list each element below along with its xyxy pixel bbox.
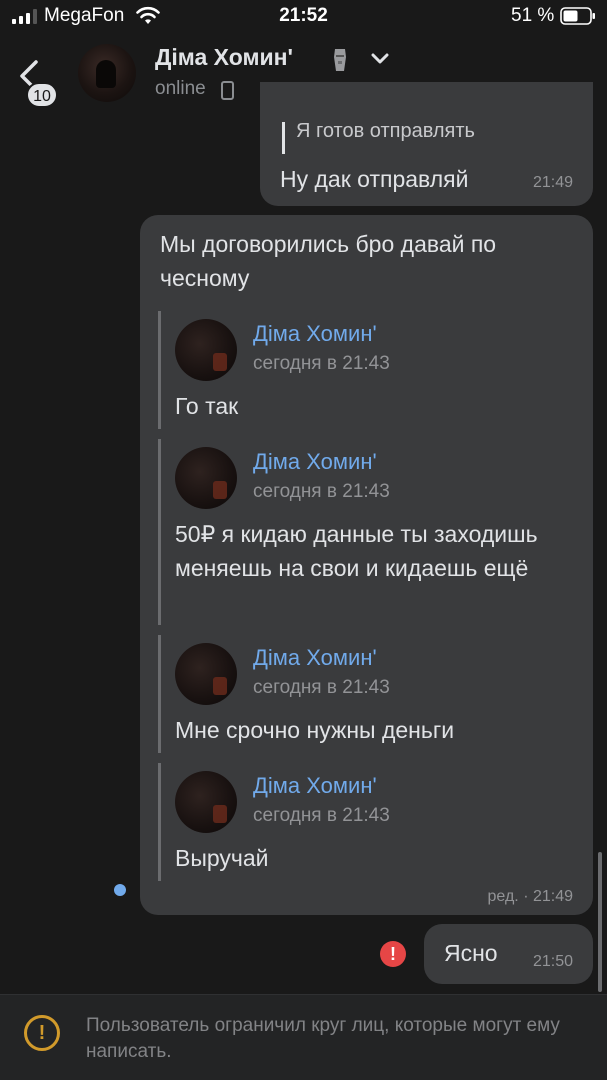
forward-date: сегодня в 21:43 — [253, 353, 390, 374]
forwarded-message[interactable]: Діма Хомин' сегодня в 21:43 Выручай — [158, 763, 578, 881]
reply-quote-bar — [282, 122, 285, 154]
forward-text: 50₽ я кидаю данные ты заходишь меняешь н… — [175, 521, 538, 581]
forwarded-message[interactable]: Діма Хомин' сегодня в 21:43 Мне срочно н… — [158, 635, 578, 753]
forward-date: сегодня в 21:43 — [253, 805, 390, 826]
reply-quote-text: Я готов отправлять — [296, 120, 475, 142]
forward-author-name[interactable]: Діма Хомин' — [253, 321, 377, 347]
forward-date: сегодня в 21:43 — [253, 481, 390, 502]
moai-emoji-icon — [334, 49, 346, 71]
message-text: Ясно — [444, 940, 498, 966]
scrollbar[interactable] — [598, 852, 602, 992]
send-error-icon[interactable]: ! — [380, 941, 406, 967]
message-time: 21:49 — [532, 174, 573, 191]
forward-author-name[interactable]: Діма Хомин' — [253, 449, 377, 475]
forward-text: Мне срочно нужны деньги — [175, 717, 455, 743]
message-time-edited: ред. · 21:49 — [487, 888, 573, 905]
forward-author-avatar[interactable] — [175, 643, 237, 705]
forward-bar — [158, 635, 161, 753]
battery-percent: 51 % — [511, 5, 555, 26]
forwarded-message[interactable]: Діма Хомин' сегодня в 21:43 Го так — [158, 311, 578, 429]
outgoing-message[interactable]: Я готов отправлять Ну дак отправляй 21:4… — [260, 82, 593, 206]
forward-bar — [158, 439, 161, 625]
unread-count-badge[interactable]: 10 — [26, 82, 58, 108]
online-status: online — [155, 78, 206, 99]
mobile-device-icon — [221, 81, 234, 100]
message-text: Ну дак отправляй — [280, 166, 469, 192]
chevron-down-icon[interactable] — [371, 53, 389, 65]
forward-author-name[interactable]: Діма Хомин' — [253, 773, 377, 799]
forward-bar — [158, 763, 161, 881]
forward-bar — [158, 311, 161, 429]
contact-name[interactable]: Діма Хомин' — [155, 44, 293, 71]
forwarded-message[interactable]: Діма Хомин' сегодня в 21:43 50₽ я кидаю … — [158, 439, 578, 625]
forward-date: сегодня в 21:43 — [253, 677, 390, 698]
unread-indicator-dot — [114, 884, 126, 896]
outgoing-message[interactable]: Ясно 21:50 — [424, 924, 593, 984]
restriction-text: Пользователь ограничил круг лиц, которые… — [86, 1015, 560, 1062]
battery-icon — [560, 7, 595, 25]
message-text: Мы договорились бро давай по чесному — [160, 231, 497, 291]
message-list[interactable]: Я готов отправлять Ну дак отправляй 21:4… — [0, 82, 607, 994]
forward-text: Выручай — [175, 845, 269, 871]
outgoing-message-with-forwards[interactable]: Мы договорились бро давай по чесному Дім… — [140, 215, 593, 915]
message-time: 21:50 — [532, 953, 573, 970]
contact-avatar[interactable] — [78, 44, 136, 102]
messaging-restricted-notice: ! Пользователь ограничил круг лиц, котор… — [0, 994, 607, 1080]
forward-author-avatar[interactable] — [175, 447, 237, 509]
forward-author-avatar[interactable] — [175, 771, 237, 833]
warning-icon: ! — [24, 1015, 60, 1051]
forward-author-avatar[interactable] — [175, 319, 237, 381]
status-bar: MegaFon 21:52 51 % — [0, 0, 607, 36]
forward-text: Го так — [175, 393, 239, 419]
forward-author-name[interactable]: Діма Хомин' — [253, 645, 377, 671]
